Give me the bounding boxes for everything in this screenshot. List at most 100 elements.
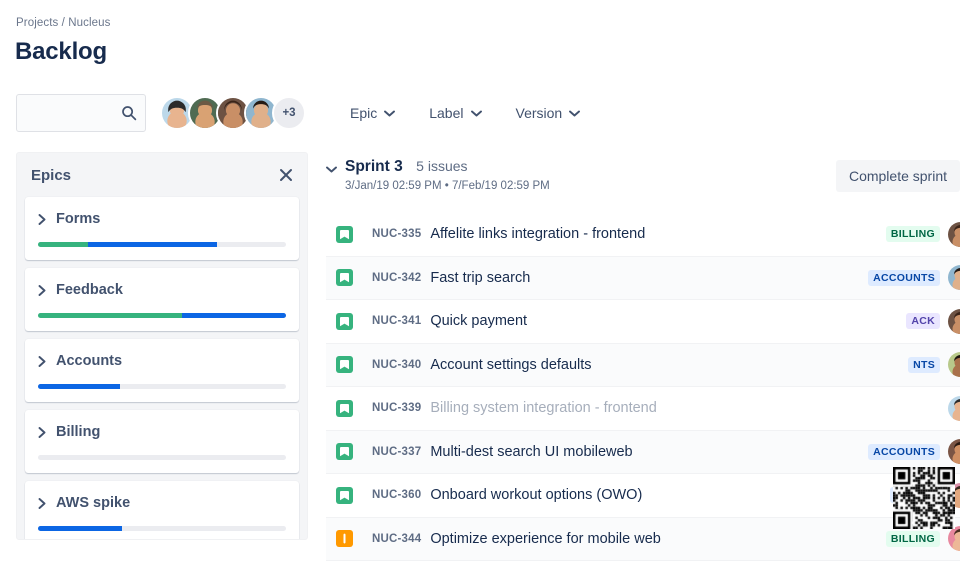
issue-key[interactable]: NUC-335	[372, 228, 421, 240]
issue-row[interactable]: NUC-344 Optimize experience for mobile we…	[326, 518, 960, 561]
search-box[interactable]	[16, 94, 146, 132]
epics-panel: Epics Forms Feedback Accounts Billing AWS sp…	[16, 152, 308, 540]
chevron-right-icon[interactable]	[38, 285, 46, 296]
epic-progress-inprogress	[38, 526, 122, 531]
issue-key[interactable]: NUC-339	[372, 402, 421, 414]
issue-key[interactable]: NUC-344	[372, 533, 421, 545]
issue-summary[interactable]: Fast trip search	[430, 270, 530, 286]
issue-row[interactable]: NUC-342Fast trip searchACCOUNTS	[326, 257, 960, 301]
assignee-avatar[interactable]	[948, 439, 960, 464]
story-type-icon	[336, 400, 353, 417]
filter-epic-label: Epic	[350, 105, 377, 121]
issue-key[interactable]: NUC-360	[372, 489, 421, 501]
issue-row[interactable]: NUC-360Onboard workout options (OWO)ACCO…	[326, 474, 960, 518]
assignee-avatar[interactable]	[948, 265, 960, 290]
epic-card[interactable]: Feedback	[25, 268, 299, 331]
avatar-overflow-count[interactable]: +3	[272, 96, 306, 130]
issue-summary[interactable]: Optimize experience for mobile web	[430, 531, 661, 547]
epic-progress-bar	[38, 526, 286, 531]
epic-name-row: Forms	[38, 211, 286, 227]
story-type-icon	[336, 356, 353, 373]
epic-name-row: Accounts	[38, 353, 286, 369]
issue-summary[interactable]: Multi-dest search UI mobileweb	[430, 444, 632, 460]
filter-version-dropdown[interactable]: Version	[506, 99, 591, 127]
filter-label-dropdown[interactable]: Label	[419, 99, 491, 127]
issue-row[interactable]: NUC-340 Account settings defaults NTS	[326, 344, 960, 388]
issue-list: NUC-335 Affelite links integration - fron…	[326, 213, 960, 561]
chevron-right-icon[interactable]	[38, 498, 46, 509]
epic-label: Feedback	[56, 282, 123, 298]
issue-row[interactable]: NUC-335 Affelite links integration - fron…	[326, 213, 960, 257]
epic-card[interactable]: Accounts	[25, 339, 299, 402]
epic-tag: BILLING	[886, 531, 940, 547]
avatar-face	[948, 352, 960, 377]
epic-card[interactable]: AWS spike	[25, 481, 299, 540]
epic-label: Forms	[56, 211, 100, 227]
epic-progress-inprogress	[38, 384, 120, 389]
issue-row[interactable]: NUC-341 Quick payment ACK	[326, 300, 960, 344]
issue-row[interactable]: NUC-337 Multi-dest search UI mobileweb ACC…	[326, 431, 960, 475]
breadcrumb[interactable]: Projects / Nucleus	[16, 17, 110, 29]
issue-key[interactable]: NUC-342	[372, 272, 421, 284]
issue-row[interactable]: NUC-339 Billing system integration - fron…	[326, 387, 960, 431]
sprint-name: Sprint 3	[345, 158, 403, 175]
epic-name-row: AWS spike	[38, 495, 286, 511]
epic-tag: NTS	[908, 357, 940, 373]
chevron-down-icon	[384, 110, 395, 117]
sprint-header: Sprint 3 5 issues 3/Jan/19 02:59 PM • 7/…	[326, 158, 960, 192]
story-type-icon	[336, 269, 353, 286]
epic-card[interactable]: Forms	[25, 197, 299, 260]
qr-code-overlay	[893, 467, 955, 529]
assignee-avatar[interactable]	[948, 396, 960, 421]
epic-tag: ACK	[906, 313, 940, 329]
issue-summary[interactable]: Affelite links integration - frontend	[430, 226, 645, 242]
story-type-icon	[336, 226, 353, 243]
epic-progress-bar	[38, 242, 286, 247]
story-type-icon	[336, 487, 353, 504]
epic-card[interactable]: Billing	[25, 410, 299, 473]
page-title: Backlog	[15, 38, 107, 66]
complete-sprint-button[interactable]: Complete sprint	[836, 160, 960, 192]
avatar-face	[948, 396, 960, 421]
issue-row-meta	[948, 387, 960, 430]
issue-key[interactable]: NUC-340	[372, 359, 421, 371]
filter-toolbar: +3 Epic Label Version	[0, 94, 960, 136]
chevron-down-icon	[471, 110, 482, 117]
assignee-avatar[interactable]	[948, 309, 960, 334]
issue-key[interactable]: NUC-341	[372, 315, 421, 327]
epic-name-row: Feedback	[38, 282, 286, 298]
epic-label: AWS spike	[56, 495, 130, 511]
epic-progress-bar	[38, 313, 286, 318]
filter-version-label: Version	[516, 105, 563, 121]
filter-label-label: Label	[429, 105, 463, 121]
chevron-right-icon[interactable]	[38, 356, 46, 367]
filter-dropdowns: Epic Label Version	[340, 94, 604, 132]
assignee-avatar[interactable]	[948, 222, 960, 247]
epic-label: Accounts	[56, 353, 122, 369]
epic-list: Forms Feedback Accounts Billing AWS spike	[17, 197, 307, 540]
search-icon	[121, 105, 137, 121]
avatar-face	[948, 526, 960, 551]
issue-summary[interactable]: Quick payment	[430, 313, 527, 329]
epic-progress-bar	[38, 455, 286, 460]
epic-tag: BILLING	[886, 226, 940, 242]
epic-progress-inprogress	[88, 242, 217, 247]
filter-epic-dropdown[interactable]: Epic	[340, 99, 405, 127]
issue-summary[interactable]: Billing system integration - frontend	[430, 400, 656, 416]
epic-label: Billing	[56, 424, 100, 440]
assignee-avatar[interactable]	[948, 526, 960, 551]
close-icon[interactable]	[279, 168, 293, 182]
epic-tag: ACCOUNTS	[868, 444, 940, 460]
epic-progress-inprogress	[182, 313, 286, 318]
epics-panel-title: Epics	[31, 167, 71, 184]
avatar-face	[948, 222, 960, 247]
issue-key[interactable]: NUC-337	[372, 446, 421, 458]
chevron-right-icon[interactable]	[38, 214, 46, 225]
issue-summary[interactable]: Account settings defaults	[430, 357, 591, 373]
avatar-face	[948, 265, 960, 290]
story-type-icon	[336, 313, 353, 330]
chevron-right-icon[interactable]	[38, 427, 46, 438]
assignee-avatar[interactable]	[948, 352, 960, 377]
chevron-down-icon[interactable]	[326, 166, 337, 173]
issue-summary[interactable]: Onboard workout options (OWO)	[430, 487, 642, 503]
